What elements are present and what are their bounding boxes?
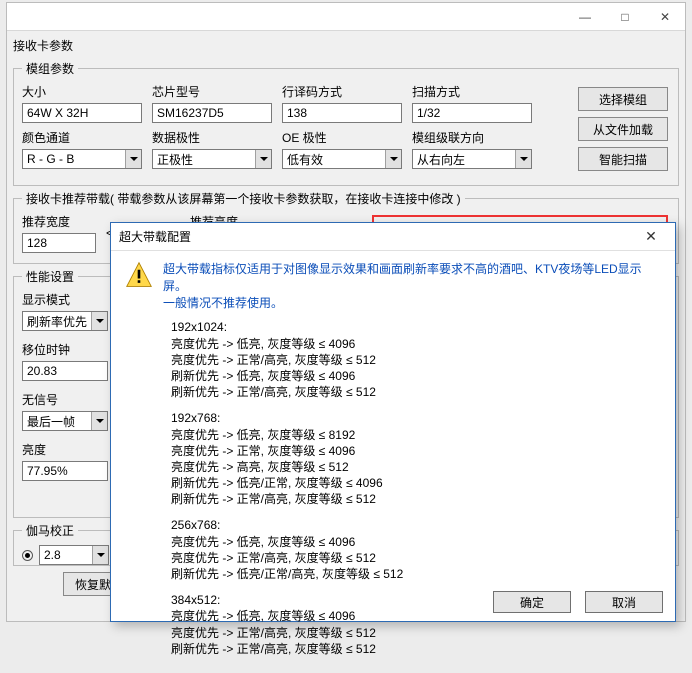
chevron-down-icon bbox=[515, 150, 531, 168]
ok-button[interactable]: 确定 bbox=[493, 591, 571, 613]
smart-scan-button[interactable]: 智能扫描 bbox=[578, 147, 668, 171]
minimize-button[interactable]: — bbox=[565, 3, 605, 31]
dialog-close-button[interactable]: ✕ bbox=[631, 224, 671, 250]
load-from-file-button[interactable]: 从文件加载 bbox=[578, 117, 668, 141]
polarity-label: 数据极性 bbox=[152, 129, 272, 146]
mode-block: 192x1024:亮度优先 -> 低亮, 灰度等级 ≤ 4096亮度优先 -> … bbox=[171, 319, 661, 400]
dialog-title: 超大带载配置 bbox=[119, 228, 191, 245]
size-input[interactable] bbox=[22, 103, 142, 123]
gamma-radio[interactable] bbox=[22, 550, 33, 561]
rec-width-input[interactable] bbox=[22, 233, 96, 253]
chevron-down-icon bbox=[91, 412, 107, 430]
chevron-down-icon bbox=[125, 150, 141, 168]
module-params-group: 模组参数 大小 芯片型号 行译码方式 扫描方式 bbox=[13, 60, 679, 186]
size-label: 大小 bbox=[22, 83, 142, 100]
mode-line: 刷新优先 -> 正常/高亮, 灰度等级 ≤ 512 bbox=[171, 641, 661, 657]
mode-block: 192x768:亮度优先 -> 低亮, 灰度等级 ≤ 8192亮度优先 -> 正… bbox=[171, 410, 661, 507]
gamma-value: 2.8 bbox=[44, 548, 61, 562]
mode-line: 亮度优先 -> 正常, 灰度等级 ≤ 4096 bbox=[171, 443, 661, 459]
nosignal-value: 最后一帧 bbox=[27, 413, 75, 430]
mode-line: 刷新优先 -> 低亮, 灰度等级 ≤ 4096 bbox=[171, 368, 661, 384]
chip-label: 芯片型号 bbox=[152, 83, 272, 100]
mode-line: 刷新优先 -> 正常/高亮, 灰度等级 ≤ 512 bbox=[171, 384, 661, 400]
display-mode-select[interactable]: 刷新率优先 bbox=[22, 311, 108, 331]
oe-value: 低有效 bbox=[287, 151, 323, 168]
mode-line: 刷新优先 -> 低亮/正常/高亮, 灰度等级 ≤ 512 bbox=[171, 566, 661, 582]
cancel-button[interactable]: 取消 bbox=[585, 591, 663, 613]
scan-label: 扫描方式 bbox=[412, 83, 532, 100]
chip-input[interactable] bbox=[152, 103, 272, 123]
decode-label: 行译码方式 bbox=[282, 83, 402, 100]
cascade-value: 从右向左 bbox=[417, 151, 465, 168]
decode-input[interactable] bbox=[282, 103, 402, 123]
close-button[interactable]: ✕ bbox=[645, 3, 685, 31]
cascade-label: 模组级联方向 bbox=[412, 129, 532, 146]
mode-line: 亮度优先 -> 正常/高亮, 灰度等级 ≤ 512 bbox=[171, 352, 661, 368]
shift-clock-input[interactable] bbox=[22, 361, 108, 381]
brightness-input[interactable] bbox=[22, 461, 108, 481]
panel-title: 接收卡参数 bbox=[13, 35, 679, 56]
mode-header: 192x768: bbox=[171, 410, 661, 426]
mode-line: 刷新优先 -> 正常/高亮, 灰度等级 ≤ 512 bbox=[171, 491, 661, 507]
shift-clock-label: 移位时钟 bbox=[22, 341, 117, 358]
color-select[interactable]: R - G - B bbox=[22, 149, 142, 169]
mode-line: 亮度优先 -> 高亮, 灰度等级 ≤ 512 bbox=[171, 459, 661, 475]
maximize-button[interactable]: □ bbox=[605, 3, 645, 31]
main-titlebar: — □ ✕ bbox=[7, 3, 685, 31]
mode-line: 刷新优先 -> 低亮/正常, 灰度等级 ≤ 4096 bbox=[171, 475, 661, 491]
mode-line: 亮度优先 -> 低亮, 灰度等级 ≤ 4096 bbox=[171, 336, 661, 352]
mode-block: 256x768:亮度优先 -> 低亮, 灰度等级 ≤ 4096亮度优先 -> 正… bbox=[171, 517, 661, 582]
dialog-msg-line2: 一般情况不推荐使用。 bbox=[163, 295, 661, 312]
chevron-down-icon bbox=[92, 546, 108, 564]
polarity-select[interactable]: 正极性 bbox=[152, 149, 272, 169]
mode-header: 192x1024: bbox=[171, 319, 661, 335]
dialog-mode-list: 192x1024:亮度优先 -> 低亮, 灰度等级 ≤ 4096亮度优先 -> … bbox=[111, 317, 675, 673]
ultra-load-dialog: 超大带载配置 ✕ 超大带载指标仅适用于对图像显示效果和画面刷新率要求不高的酒吧、… bbox=[110, 222, 676, 622]
brightness-label: 亮度 bbox=[22, 441, 117, 458]
gamma-legend: 伽马校正 bbox=[22, 522, 78, 539]
recommend-legend: 接收卡推荐带载( 带载参数从该屏幕第一个接收卡参数获取，在接收卡连接中修改 ) bbox=[22, 190, 465, 207]
display-mode-value: 刷新率优先 bbox=[27, 313, 87, 330]
performance-legend: 性能设置 bbox=[22, 268, 78, 285]
color-label: 颜色通道 bbox=[22, 129, 142, 146]
gamma-select[interactable]: 2.8 bbox=[39, 545, 109, 565]
dialog-titlebar: 超大带载配置 ✕ bbox=[111, 223, 675, 251]
oe-label: OE 极性 bbox=[282, 129, 402, 146]
mode-line: 亮度优先 -> 低亮, 灰度等级 ≤ 8192 bbox=[171, 427, 661, 443]
chevron-down-icon bbox=[255, 150, 271, 168]
display-mode-label: 显示模式 bbox=[22, 291, 117, 308]
nosignal-label: 无信号 bbox=[22, 391, 117, 408]
mode-header: 256x768: bbox=[171, 517, 661, 533]
module-legend: 模组参数 bbox=[22, 60, 78, 77]
chevron-down-icon bbox=[91, 312, 107, 330]
dialog-message: 超大带载指标仅适用于对图像显示效果和画面刷新率要求不高的酒吧、KTV夜场等LED… bbox=[163, 261, 661, 311]
mode-line: 亮度优先 -> 正常/高亮, 灰度等级 ≤ 512 bbox=[171, 625, 661, 641]
color-value: R - G - B bbox=[27, 152, 74, 166]
dialog-msg-line1: 超大带载指标仅适用于对图像显示效果和画面刷新率要求不高的酒吧、KTV夜场等LED… bbox=[163, 261, 661, 295]
mode-line: 亮度优先 -> 低亮, 灰度等级 ≤ 4096 bbox=[171, 534, 661, 550]
cascade-select[interactable]: 从右向左 bbox=[412, 149, 532, 169]
mode-line: 亮度优先 -> 正常/高亮, 灰度等级 ≤ 512 bbox=[171, 550, 661, 566]
polarity-value: 正极性 bbox=[157, 151, 193, 168]
rec-width-label: 推荐宽度 bbox=[22, 213, 96, 230]
select-module-button[interactable]: 选择模组 bbox=[578, 87, 668, 111]
chevron-down-icon bbox=[385, 150, 401, 168]
oe-select[interactable]: 低有效 bbox=[282, 149, 402, 169]
nosignal-select[interactable]: 最后一帧 bbox=[22, 411, 108, 431]
warning-icon bbox=[125, 261, 153, 289]
scan-input[interactable] bbox=[412, 103, 532, 123]
